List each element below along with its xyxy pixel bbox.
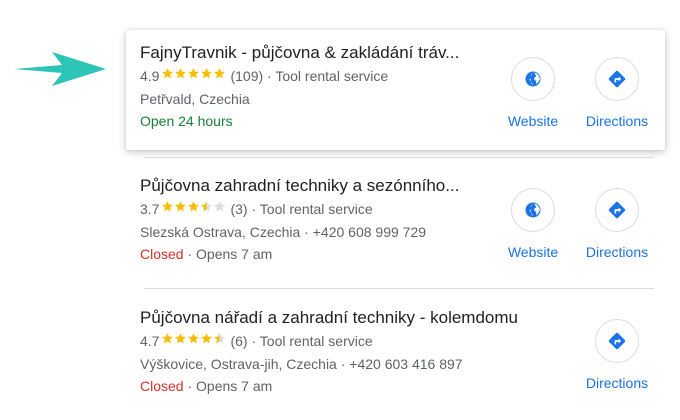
directions-icon	[595, 319, 639, 363]
listing-2-info[interactable]: Půjčovna zahradní techniky a sezónního..…	[140, 175, 485, 264]
address: Slezská Ostrava, Czechia	[140, 224, 301, 240]
rating-value: 4.9	[140, 68, 160, 84]
star-rating-icon	[161, 332, 226, 352]
listing-title[interactable]: FajnyTravnik - půjčovna & zakládání tráv…	[140, 42, 485, 64]
category: Tool rental service	[275, 68, 389, 84]
category: Tool rental service	[259, 201, 373, 217]
globe-icon	[511, 188, 555, 232]
hours-row: Closed · Opens 7 am	[140, 378, 273, 394]
website-label: Website	[507, 244, 559, 260]
phone: +420 608 999 729	[312, 224, 427, 240]
website-label: Website	[507, 113, 559, 129]
address: Petřvald, Czechia	[140, 91, 250, 107]
address-row: Výškovice, Ostrava-jih, Czechia · +420 6…	[140, 356, 463, 372]
status-closed: Closed	[140, 246, 184, 262]
address-row: Slezská Ostrava, Czechia · +420 608 999 …	[140, 224, 427, 240]
directions-label: Directions	[585, 375, 649, 391]
directions-button[interactable]: Directions	[572, 319, 662, 392]
hours-row: Closed · Opens 7 am	[140, 246, 273, 262]
listing-title[interactable]: Půjčovna nářadí a zahradní techniky - ko…	[140, 307, 560, 329]
star-rating-icon	[161, 200, 226, 220]
review-count: (109)	[230, 68, 264, 84]
address: Výškovice, Ostrava-jih, Czechia	[140, 356, 337, 372]
status-open: Open 24 hours	[140, 113, 233, 129]
directions-label: Directions	[585, 244, 649, 260]
rating-row: 3.7 (3) · Tool rental service	[140, 199, 485, 220]
website-button[interactable]: Website	[488, 188, 578, 261]
category: Tool rental service	[259, 333, 373, 349]
globe-icon	[511, 57, 555, 101]
listing-title[interactable]: Půjčovna zahradní techniky a sezónního..…	[140, 175, 485, 197]
address-row: Petřvald, Czechia	[140, 89, 485, 109]
listing-1-info[interactable]: FajnyTravnik - půjčovna & zakládání tráv…	[140, 42, 485, 131]
opens-time: Opens 7 am	[196, 246, 273, 262]
phone: +420 603 416 897	[349, 356, 463, 372]
directions-icon	[595, 57, 639, 101]
website-button[interactable]: Website	[488, 57, 578, 130]
status-closed: Closed	[140, 378, 184, 394]
directions-label: Directions	[585, 113, 649, 129]
rating-row: 4.7 (6) · Tool rental service	[140, 331, 560, 352]
rating-value: 4.7	[140, 333, 160, 349]
divider	[144, 288, 654, 289]
review-count: (6)	[230, 333, 248, 349]
pointer-arrow-icon	[14, 52, 106, 86]
directions-button[interactable]: Directions	[572, 188, 662, 261]
opens-time: Opens 7 am	[196, 378, 273, 394]
star-rating-icon	[161, 67, 226, 87]
review-count: (3)	[230, 201, 248, 217]
rating-row: 4.9 (109) · Tool rental service	[140, 66, 485, 87]
divider	[144, 157, 654, 158]
directions-icon	[595, 188, 639, 232]
hours-row: Open 24 hours	[140, 111, 485, 131]
rating-value: 3.7	[140, 201, 160, 217]
listing-3-info[interactable]: Půjčovna nářadí a zahradní techniky - ko…	[140, 307, 560, 396]
directions-button[interactable]: Directions	[572, 57, 662, 130]
